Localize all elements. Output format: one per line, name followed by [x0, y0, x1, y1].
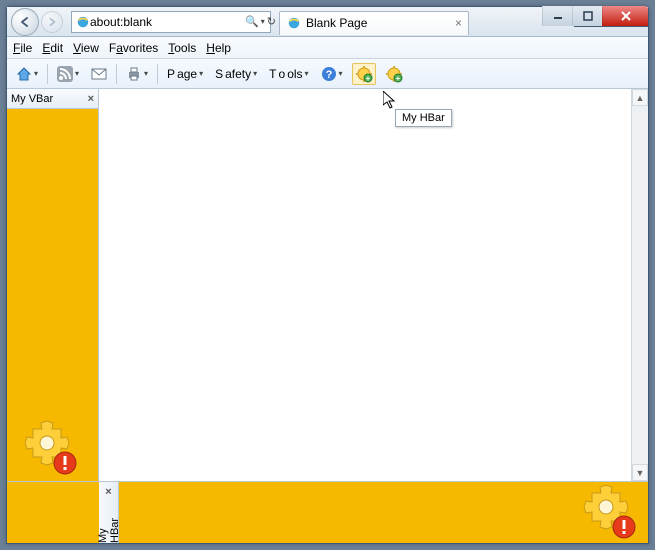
vbar-title: My VBar [11, 93, 53, 105]
tools-menu[interactable]: Tools ▾ [266, 65, 311, 83]
tab-strip: Blank Page × [279, 9, 469, 35]
scroll-down-icon[interactable]: ▼ [632, 464, 648, 481]
tab-blank-page[interactable]: Blank Page × [279, 11, 469, 35]
nav-buttons [7, 8, 67, 36]
separator [47, 64, 48, 84]
separator [116, 64, 117, 84]
menu-file[interactable]: File [13, 41, 32, 55]
ie-favicon-icon [76, 14, 90, 30]
address-wrap: 🔍 ▾ ↻ ✕ Blank Page × [71, 9, 570, 35]
print-button[interactable]: ▾ [123, 64, 151, 84]
client-area: My VBar × [7, 89, 648, 543]
tab-close-icon[interactable]: × [455, 16, 462, 30]
hbar-panel: × My HBar [7, 481, 648, 543]
search-icon[interactable]: 🔍 [245, 15, 259, 28]
page-area: ▲ ▼ [99, 89, 648, 481]
address-input[interactable] [90, 15, 245, 29]
scroll-up-icon[interactable]: ▲ [632, 89, 648, 106]
hbar-body [119, 482, 648, 543]
address-dropdown-icon[interactable]: ▾ [261, 17, 265, 26]
tab-favicon-icon [286, 15, 302, 31]
page-menu[interactable]: PPageage ▾ [164, 65, 206, 83]
hbar-title: My HBar [97, 504, 121, 543]
menu-favorites[interactable]: Favorites [109, 41, 158, 55]
close-window-button[interactable] [602, 6, 648, 26]
home-tool-button[interactable]: ▾ [13, 64, 41, 84]
svg-text:?: ? [325, 69, 332, 81]
back-button[interactable] [11, 8, 39, 36]
gear-alert-icon [21, 417, 81, 477]
tooltip-text: My HBar [402, 112, 445, 124]
forward-button[interactable] [41, 11, 63, 33]
gear-alert-icon [580, 481, 640, 541]
vbar-panel: My VBar × [7, 89, 99, 481]
hbar-left-fill [7, 482, 99, 543]
safety-menu[interactable]: Safety ▾ [212, 65, 260, 83]
menubar: File Edit View Favorites Tools Help [7, 37, 648, 59]
menu-help[interactable]: Help [206, 41, 231, 55]
vbar-body [7, 109, 98, 481]
feeds-button[interactable]: ▾ [54, 64, 82, 84]
mail-button[interactable] [88, 64, 110, 84]
ie-window: 🔍 ▾ ↻ ✕ Blank Page × [6, 6, 649, 544]
help-tool-button[interactable]: ?▾ [318, 64, 346, 84]
toolbar: ▾ ▾ ▾ PPageage ▾ Safety ▾ Tools ▾ ?▾ + + [7, 59, 648, 89]
separator [157, 64, 158, 84]
menu-tools[interactable]: Tools [168, 41, 196, 55]
refresh-icon[interactable]: ↻ [267, 15, 276, 28]
hbar-close-icon[interactable]: × [105, 486, 111, 498]
page-content[interactable] [99, 89, 631, 481]
window-controls [542, 6, 648, 28]
tab-title: Blank Page [306, 16, 367, 30]
custom-hbar-button[interactable]: + [352, 63, 376, 85]
svg-text:+: + [395, 74, 400, 83]
titlebar: 🔍 ▾ ↻ ✕ Blank Page × [7, 7, 648, 37]
tooltip: My HBar [395, 109, 452, 127]
minimize-button[interactable] [542, 6, 572, 26]
custom-vbar-button[interactable]: + [382, 63, 406, 85]
middle-row: My VBar × [7, 89, 648, 481]
vbar-close-icon[interactable]: × [88, 93, 94, 105]
vertical-scrollbar[interactable]: ▲ ▼ [631, 89, 648, 481]
address-field[interactable]: 🔍 ▾ ↻ ✕ [71, 11, 271, 33]
maximize-button[interactable] [572, 6, 602, 26]
svg-text:+: + [365, 74, 370, 83]
menu-edit[interactable]: Edit [42, 41, 63, 55]
menu-view[interactable]: View [73, 41, 99, 55]
vbar-header: My VBar × [7, 89, 98, 109]
hbar-tab: × My HBar [99, 482, 119, 543]
